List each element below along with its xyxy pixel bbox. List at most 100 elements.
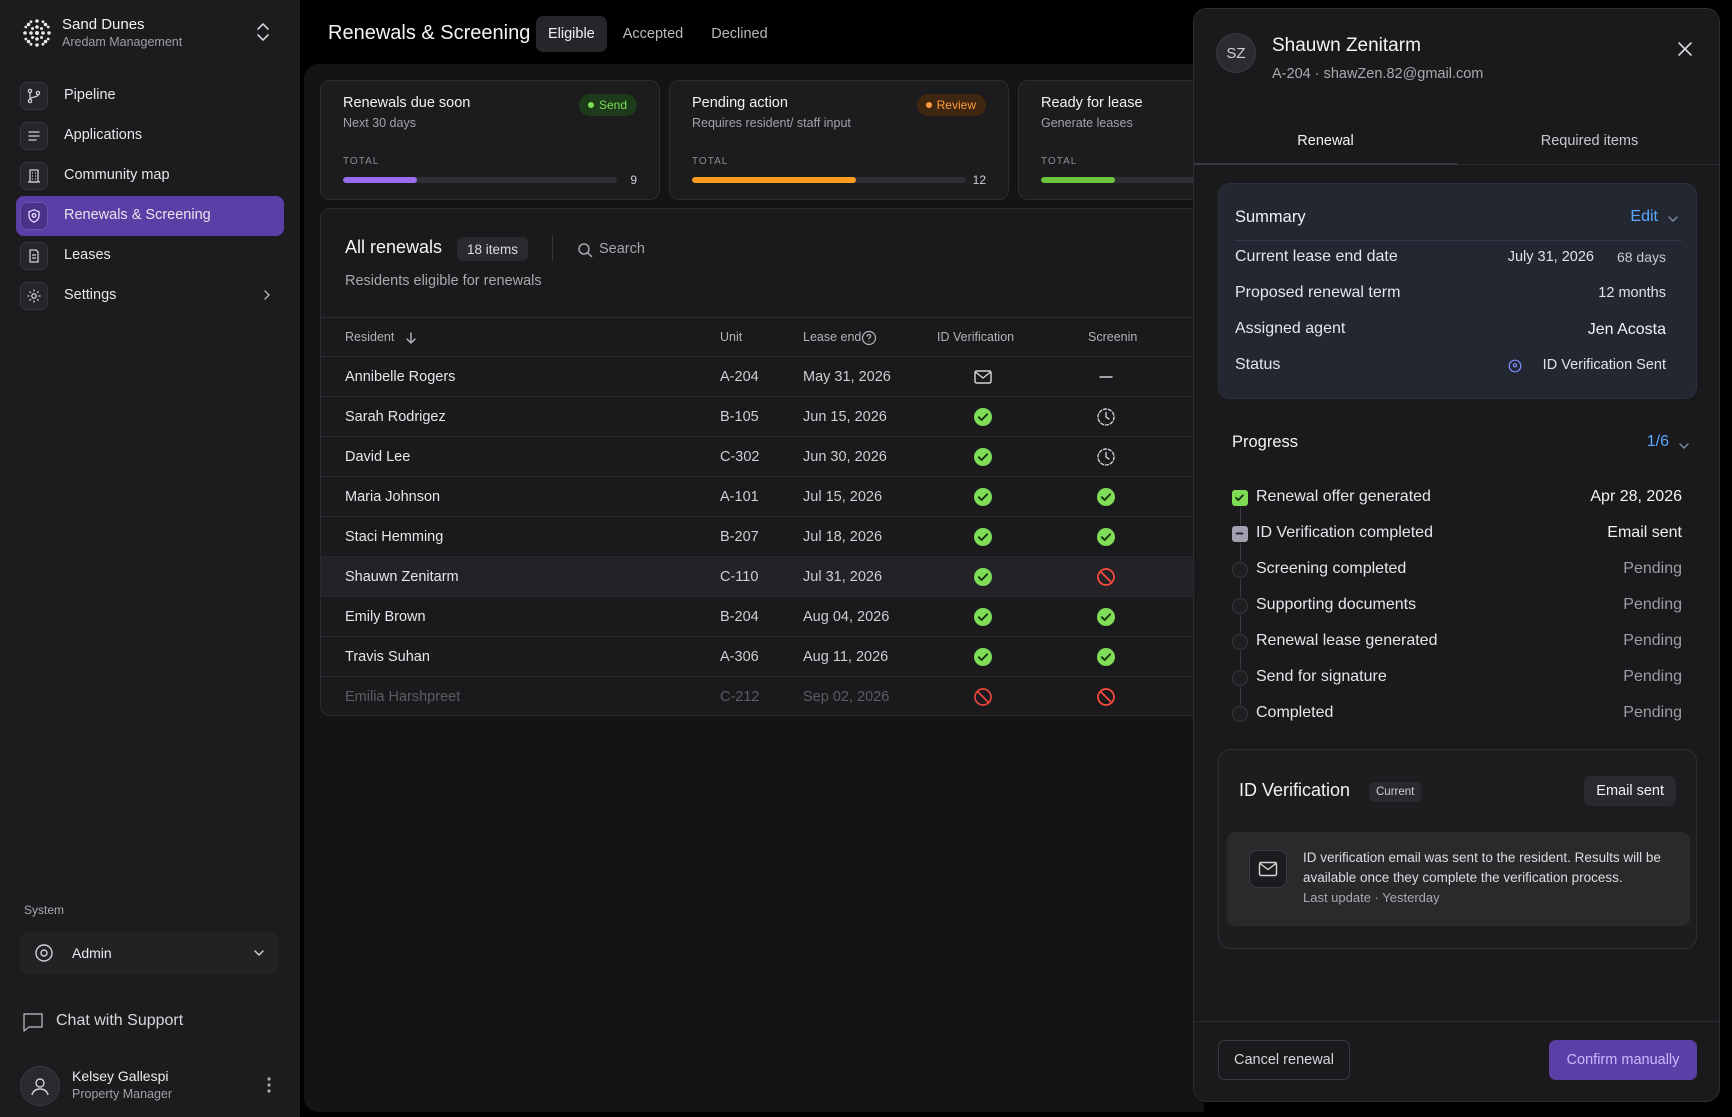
progress-step: Completed Pending	[1232, 701, 1682, 725]
stat-title: Renewals due soon	[343, 95, 471, 111]
check-circle-icon	[1096, 487, 1116, 507]
check-circle-icon	[973, 607, 993, 627]
table-row[interactable]: Staci Hemming B-207 Jul 18, 2026	[321, 517, 1199, 557]
summary-row-agent: Assigned agent Jen Acosta	[1235, 318, 1682, 342]
column-header-id-verification[interactable]: ID Verification	[937, 330, 1014, 344]
search-input[interactable]: Search	[577, 239, 777, 261]
column-header-lease-end[interactable]: Lease end	[803, 330, 861, 344]
step-label: Completed	[1256, 704, 1334, 721]
arrow-down-icon[interactable]	[405, 331, 417, 345]
user-profile[interactable]: Kelsey Gallespi Property Manager	[20, 1064, 280, 1108]
check-circle-icon	[1096, 647, 1116, 667]
table-row[interactable]: Travis Suhan A-306 Aug 11, 2026	[321, 637, 1199, 677]
drawer-tabs: Renewal Required items	[1194, 119, 1719, 165]
confirm-manually-button[interactable]: Confirm manually	[1549, 1040, 1697, 1080]
chevron-down-icon[interactable]	[1677, 439, 1691, 453]
tab-renewal[interactable]: Renewal	[1194, 133, 1457, 149]
chat-with-support-link[interactable]: Chat with Support	[22, 1010, 262, 1034]
resident-name: Staci Hemming	[345, 529, 444, 545]
mail-icon	[973, 367, 993, 387]
edit-button[interactable]: Edit	[1630, 208, 1658, 226]
sidebar-item-pipeline[interactable]: Pipeline	[16, 76, 284, 116]
table-row[interactable]: Shauwn Zenitarm C-110 Jul 31, 2026	[321, 557, 1199, 597]
clock-icon	[1096, 407, 1116, 427]
tab-accepted[interactable]: Accepted	[611, 16, 695, 52]
tab-declined[interactable]: Declined	[699, 16, 779, 52]
unit-number: C-110	[720, 569, 759, 585]
more-vertical-icon[interactable]	[266, 1076, 272, 1094]
step-value: Pending	[1623, 668, 1682, 685]
table-row[interactable]: Sarah Rodrigez B-105 Jun 15, 2026	[321, 397, 1199, 437]
status-badge: Email sent	[1584, 776, 1676, 806]
clock-icon	[1096, 447, 1116, 467]
stat-total-label: TOTAL	[692, 156, 729, 167]
avatar	[20, 1066, 60, 1106]
table-row[interactable]: Emilia Harshpreet C-212 Sep 02, 2026	[321, 677, 1199, 715]
column-header-unit[interactable]: Unit	[720, 330, 742, 344]
chat-bubble-icon	[23, 1013, 43, 1032]
resident-name: Shauwn Zenitarm	[345, 569, 459, 585]
last-update: Last update · Yesterday	[1303, 890, 1440, 905]
chevron-down-icon[interactable]	[1666, 212, 1680, 226]
stat-card-renewals-due[interactable]: Renewals due soon Next 30 days Send TOTA…	[320, 80, 660, 200]
tab-eligible[interactable]: Eligible	[536, 16, 607, 52]
close-icon[interactable]	[1673, 37, 1697, 61]
circle-icon	[1232, 706, 1248, 722]
resident-name: Sarah Rodrigez	[345, 409, 446, 425]
stat-progress-fill	[1041, 177, 1115, 183]
check-circle-icon	[973, 407, 993, 427]
table-row[interactable]: Emily Brown B-204 Aug 04, 2026	[321, 597, 1199, 637]
admin-dropdown[interactable]: Admin	[20, 932, 278, 974]
summary-value: July 31, 2026	[1507, 249, 1594, 265]
lease-end-date: Jun 30, 2026	[803, 449, 887, 465]
sidebar-item-community-map[interactable]: Community map	[16, 156, 284, 196]
search-placeholder: Search	[599, 241, 645, 257]
sidebar-item-settings[interactable]: Settings	[16, 276, 284, 316]
column-header-resident[interactable]: Resident	[345, 330, 394, 344]
status-tabs: Eligible Accepted Declined	[536, 16, 784, 52]
stat-progress-bar	[343, 177, 617, 183]
sidebar-item-applications[interactable]: Applications	[16, 116, 284, 156]
sidebar-item-label: Settings	[64, 287, 117, 303]
status-badge: Review	[916, 94, 986, 116]
status-badge: Send	[578, 94, 637, 116]
message-text: ID verification email was sent to the re…	[1303, 850, 1661, 885]
unit-number: A-306	[720, 649, 759, 665]
progress-step: Supporting documents Pending	[1232, 593, 1682, 617]
sidebar-item-renewals-screening[interactable]: Renewals & Screening	[16, 196, 284, 236]
summary-value: ID Verification Sent	[1542, 357, 1666, 373]
unit-number: C-302	[720, 449, 760, 465]
stat-subtitle: Generate leases	[1041, 116, 1133, 130]
stat-progress-fill	[692, 177, 857, 183]
progress-step: Screening completed Pending	[1232, 557, 1682, 581]
table-row[interactable]: Maria Johnson A-101 Jul 15, 2026	[321, 477, 1199, 517]
resident-name: Annibelle Rogers	[345, 369, 456, 385]
circle-icon	[1232, 598, 1248, 614]
help-circle-icon[interactable]	[861, 330, 877, 346]
chat-label: Chat with Support	[56, 1012, 184, 1029]
chevron-down-icon	[254, 950, 264, 957]
table-row[interactable]: David Lee C-302 Jun 30, 2026	[321, 437, 1199, 477]
id-verification-card: ID Verification Current Email sent ID ve…	[1218, 749, 1697, 949]
check-circle-icon	[973, 487, 993, 507]
column-header-screening[interactable]: Screenin	[1088, 330, 1137, 344]
summary-value: 12 months	[1598, 285, 1666, 301]
sidebar-item-leases[interactable]: Leases	[16, 236, 284, 276]
renewals-list: All renewals 18 items Search Residents e…	[320, 208, 1200, 716]
cancel-renewal-button[interactable]: Cancel renewal	[1218, 1040, 1350, 1080]
building-icon	[20, 162, 48, 190]
step-value: Email sent	[1607, 524, 1682, 541]
table-row[interactable]: Annibelle Rogers A-204 May 31, 2026	[321, 357, 1199, 397]
lease-end-date: Jul 31, 2026	[803, 569, 883, 585]
avatar: SZ	[1216, 33, 1256, 73]
progress-count[interactable]: 1/6	[1647, 433, 1669, 451]
gear-icon	[35, 944, 53, 962]
divider	[1194, 1021, 1719, 1022]
admin-label: Admin	[72, 945, 112, 961]
workspace-switcher[interactable]: Sand Dunes Aredam Management	[22, 14, 278, 54]
chevron-up-down-icon[interactable]	[252, 20, 274, 44]
stat-card-pending-action[interactable]: Pending action Requires resident/ staff …	[669, 80, 1009, 200]
resident-name: David Lee	[345, 449, 411, 465]
resident-name: Travis Suhan	[345, 649, 430, 665]
tab-required-items[interactable]: Required items	[1458, 133, 1719, 149]
